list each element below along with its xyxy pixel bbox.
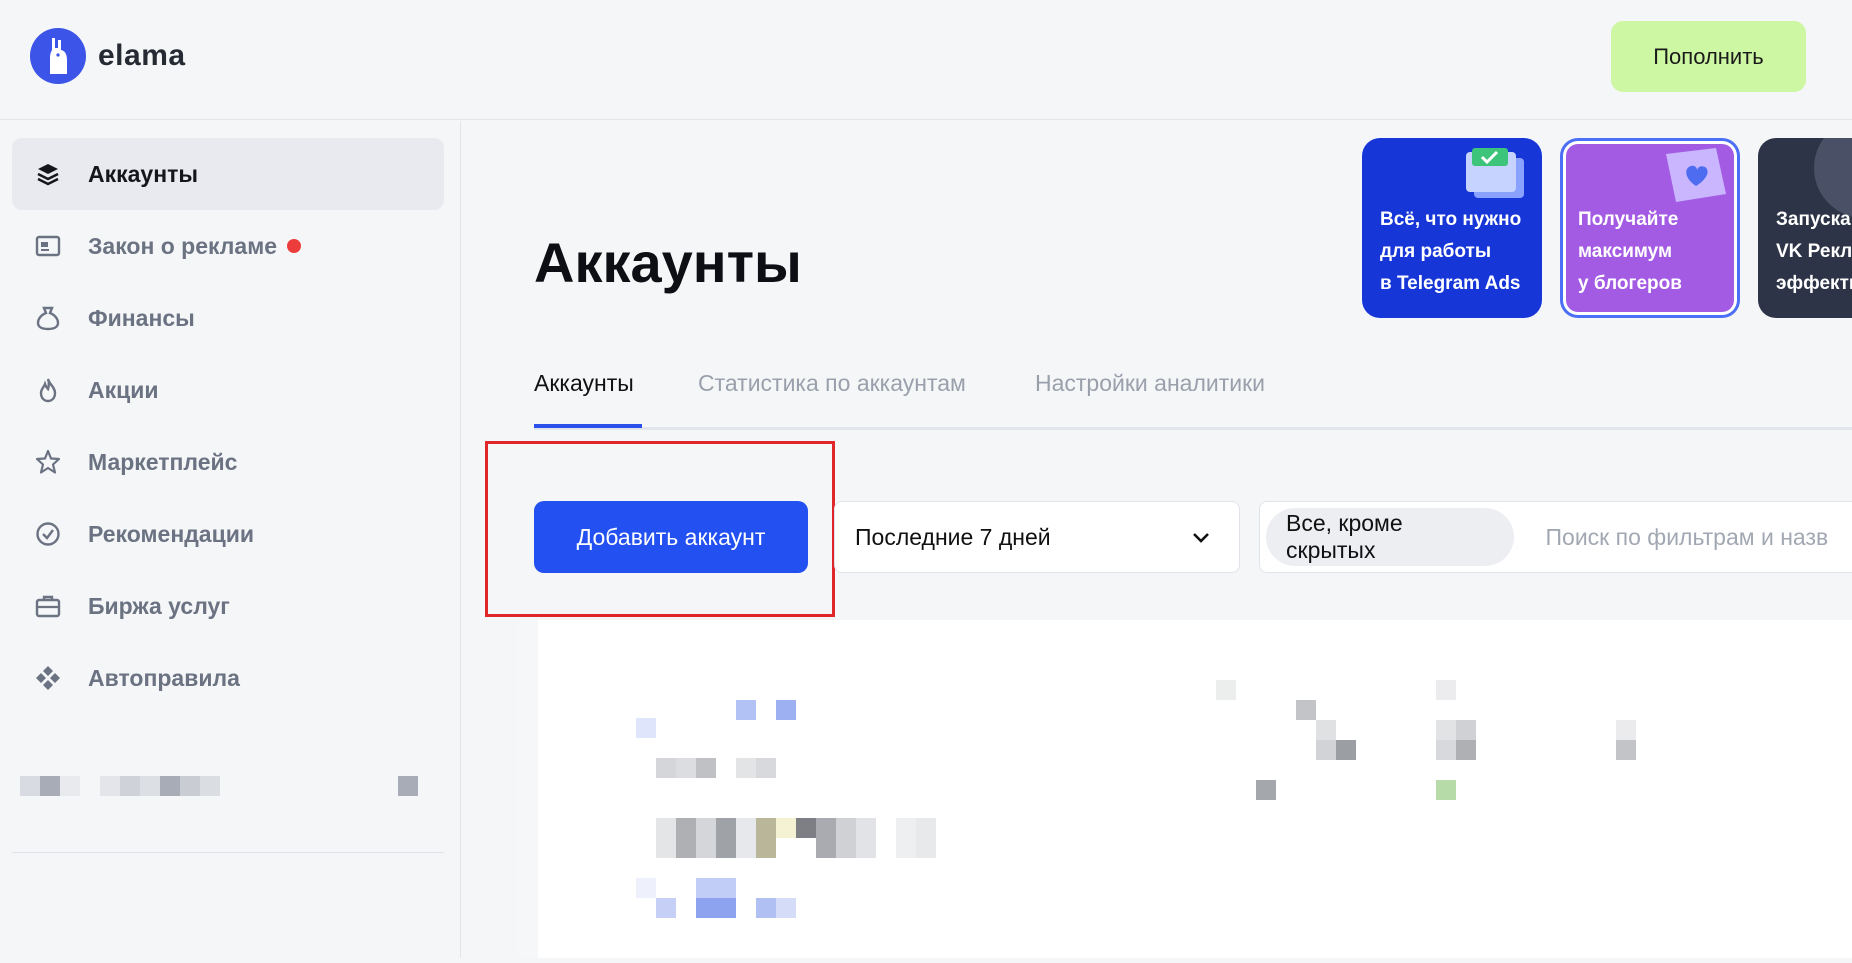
sidebar-item-finance[interactable]: Финансы <box>12 282 444 354</box>
promo-text-line: Запуска <box>1776 209 1851 230</box>
search-input[interactable] <box>1545 523 1852 551</box>
page-title: Аккаунты <box>534 231 802 294</box>
sidebar-item-label: Маркетплейс <box>88 448 238 475</box>
sidebar: Аккаунты Закон о рекламе Финансы Акции М… <box>0 121 461 958</box>
check-badge-icon <box>34 520 62 548</box>
diamonds-icon <box>34 664 62 692</box>
user-profile-blurred[interactable] <box>20 776 220 796</box>
promo-text-line: для работы <box>1380 241 1492 262</box>
promo-card-bloggers[interactable]: Получайте максимум у блогеров <box>1560 138 1740 318</box>
flame-icon <box>34 376 62 404</box>
period-select[interactable]: Последние 7 дней <box>834 501 1240 573</box>
money-bag-icon <box>34 304 62 332</box>
chevron-down-icon <box>1191 526 1211 553</box>
promo-text-line: эффекти <box>1776 273 1852 294</box>
sidebar-item-promotions[interactable]: Акции <box>12 354 444 426</box>
tab-analytics-settings[interactable]: Настройки аналитики <box>1035 370 1265 397</box>
top-header: elama Пополнить <box>0 0 1852 120</box>
promo-text-line: у блогеров <box>1578 273 1682 294</box>
filter-bar: Все, кроме скрытых <box>1259 501 1852 573</box>
briefcase-icon <box>34 592 62 620</box>
promo-text-line: максимум <box>1578 241 1673 262</box>
annotation-highlight-box <box>485 441 835 617</box>
elama-logo[interactable]: elama <box>30 28 186 84</box>
user-menu-icon[interactable] <box>398 776 418 796</box>
sidebar-item-label: Финансы <box>88 304 195 331</box>
tab-account-statistics[interactable]: Статистика по аккаунтам <box>698 370 966 397</box>
tabs-bar: Аккаунты Статистика по аккаунтам Настрой… <box>534 360 1852 430</box>
pixelated-table-content <box>518 620 1636 958</box>
sidebar-item-ad-law[interactable]: Закон о рекламе <box>12 210 444 282</box>
sidebar-divider <box>12 852 444 853</box>
promo-card-vk-ads[interactable]: Запуска VK Рекл эффекти <box>1758 138 1852 318</box>
sidebar-item-autorules[interactable]: Автоправила <box>12 642 444 714</box>
accounts-table-blurred <box>518 620 1852 958</box>
promo-text-line: в Telegram Ads <box>1380 273 1521 294</box>
llama-logo-icon <box>30 28 86 84</box>
logo-text: elama <box>98 39 186 72</box>
star-icon <box>34 448 62 476</box>
ad-law-icon <box>34 232 62 260</box>
promo-card-telegram-ads[interactable]: Всё, что нужно для работы в Telegram Ads <box>1362 138 1542 318</box>
active-tab-indicator <box>534 424 642 428</box>
promo-illustration-icon <box>1466 148 1524 198</box>
sidebar-item-label: Автоправила <box>88 664 240 691</box>
sidebar-item-marketplace[interactable]: Маркетплейс <box>12 426 444 498</box>
filter-chip[interactable]: Все, кроме скрытых <box>1266 508 1514 566</box>
layers-icon <box>34 160 62 188</box>
sidebar-item-services-exchange[interactable]: Биржа услуг <box>12 570 444 642</box>
sidebar-item-label: Рекомендации <box>88 520 255 547</box>
sidebar-item-label: Акции <box>88 376 159 403</box>
notification-dot <box>287 239 302 253</box>
sidebar-item-label: Закон о рекламе <box>88 232 278 259</box>
sidebar-item-recommendations[interactable]: Рекомендации <box>12 498 444 570</box>
promo-text-line: VK Рекл <box>1776 241 1852 262</box>
sidebar-item-accounts[interactable]: Аккаунты <box>12 138 444 210</box>
sidebar-item-label: Биржа услуг <box>88 592 230 619</box>
heart-bubble-icon <box>1666 148 1726 202</box>
tab-accounts[interactable]: Аккаунты <box>534 370 634 397</box>
sidebar-item-label: Аккаунты <box>88 160 199 187</box>
period-select-value: Последние 7 дней <box>855 523 1051 550</box>
topup-button[interactable]: Пополнить <box>1611 21 1806 92</box>
